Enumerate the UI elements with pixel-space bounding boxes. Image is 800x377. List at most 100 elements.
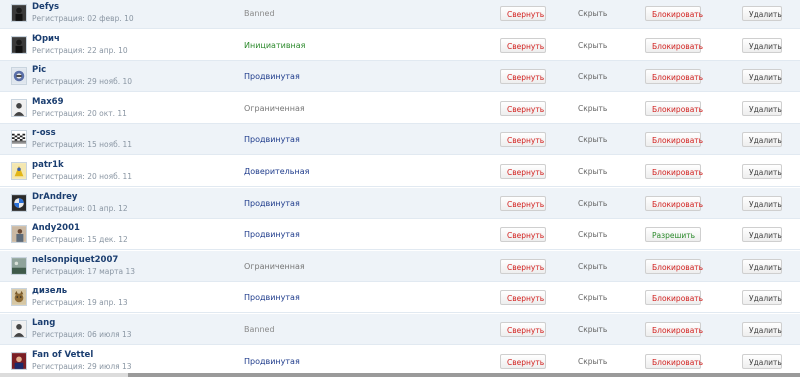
- landscape-icon[interactable]: [11, 257, 27, 275]
- block-button[interactable]: Блокировать: [645, 6, 703, 21]
- car-badge-icon[interactable]: [11, 194, 27, 212]
- hide-link[interactable]: Скрыть: [578, 72, 607, 81]
- block-button[interactable]: Блокировать: [645, 69, 703, 84]
- dark-figure-icon[interactable]: [11, 4, 27, 22]
- block-button[interactable]: Блокировать: [645, 259, 703, 274]
- registration-date: Регистрация: 20 окт. 11: [32, 109, 127, 118]
- collapse-button[interactable]: Свернуть: [500, 196, 546, 211]
- username-link[interactable]: nelsonpiquet2007: [32, 255, 118, 265]
- delete-button[interactable]: Удалить: [742, 227, 782, 242]
- horizontal-scrollbar[interactable]: [0, 373, 800, 377]
- block-button[interactable]: Блокировать: [645, 322, 703, 337]
- delete-button[interactable]: Удалить: [742, 101, 782, 116]
- username-link[interactable]: Andy2001: [32, 223, 80, 233]
- user-row: Andy2001 Регистрация: 15 дек. 12 Продвинут…: [0, 219, 800, 250]
- checkered-flag-icon[interactable]: [11, 130, 27, 148]
- username-link[interactable]: Pic: [32, 65, 46, 75]
- user-status: Banned: [244, 325, 275, 334]
- portrait-icon[interactable]: [11, 352, 27, 370]
- block-button[interactable]: Блокировать: [645, 38, 703, 53]
- collapse-button[interactable]: Свернуть: [500, 38, 546, 53]
- hide-link[interactable]: Скрыть: [578, 293, 607, 302]
- username-link[interactable]: DrAndrey: [32, 192, 77, 202]
- collapse-button[interactable]: Свернуть: [500, 69, 546, 84]
- user-status: Продвинутая: [244, 199, 300, 208]
- user-status: Ограниченная: [244, 262, 305, 271]
- collapse-button[interactable]: Свернуть: [500, 259, 546, 274]
- block-button[interactable]: Блокировать: [645, 196, 703, 211]
- delete-button[interactable]: Удалить: [742, 164, 782, 179]
- registration-date: Регистрация: 29 нояб. 10: [32, 77, 133, 86]
- cat-icon[interactable]: [11, 288, 27, 306]
- username-link[interactable]: Defys: [32, 2, 59, 12]
- user-status: Ограниченная: [244, 104, 305, 113]
- user-status: Доверительная: [244, 167, 310, 176]
- collapse-button[interactable]: Свернуть: [500, 164, 546, 179]
- block-button[interactable]: Блокировать: [645, 101, 703, 116]
- block-button[interactable]: Блокировать: [645, 132, 703, 147]
- collapse-button[interactable]: Свернуть: [500, 322, 546, 337]
- hide-link[interactable]: Скрыть: [578, 262, 607, 271]
- user-row: Defys Регистрация: 02 февр. 10 Banned Сверн…: [0, 0, 800, 29]
- default-avatar-icon[interactable]: [11, 99, 27, 117]
- user-row: nelsonpiquet2007 Регистрация: 17 марта 13…: [0, 251, 800, 282]
- username-link[interactable]: Max69: [32, 97, 64, 107]
- delete-button[interactable]: Удалить: [742, 354, 782, 369]
- hide-link[interactable]: Скрыть: [578, 41, 607, 50]
- registration-date: Регистрация: 29 июля 13: [32, 362, 132, 371]
- default-avatar-icon[interactable]: [11, 320, 27, 338]
- yellow-figure-icon[interactable]: [11, 162, 27, 180]
- helmet-icon[interactable]: [11, 67, 27, 85]
- user-status: Banned: [244, 9, 275, 18]
- user-status: Продвинутая: [244, 72, 300, 81]
- collapse-button[interactable]: Свернуть: [500, 354, 546, 369]
- registration-date: Регистрация: 15 нояб. 11: [32, 140, 133, 149]
- dark-figure-icon[interactable]: [11, 36, 27, 54]
- hide-link[interactable]: Скрыть: [578, 167, 607, 176]
- collapse-button[interactable]: Свернуть: [500, 6, 546, 21]
- user-status: Продвинутая: [244, 293, 300, 302]
- registration-date: Регистрация: 15 дек. 12: [32, 235, 128, 244]
- user-status: Продвинутая: [244, 357, 300, 366]
- username-link[interactable]: Юрич: [32, 34, 60, 44]
- collapse-button[interactable]: Свернуть: [500, 227, 546, 242]
- collapse-button[interactable]: Свернуть: [500, 290, 546, 305]
- user-row: r-oss Регистрация: 15 нояб. 11 Продвинутая…: [0, 124, 800, 155]
- collapse-button[interactable]: Свернуть: [500, 132, 546, 147]
- block-button[interactable]: Блокировать: [645, 354, 703, 369]
- hide-link[interactable]: Скрыть: [578, 230, 607, 239]
- delete-button[interactable]: Удалить: [742, 38, 782, 53]
- registration-date: Регистрация: 01 апр. 12: [32, 204, 128, 213]
- registration-date: Регистрация: 02 февр. 10: [32, 14, 134, 23]
- registration-date: Регистрация: 22 апр. 10: [32, 46, 128, 55]
- block-button[interactable]: Блокировать: [645, 164, 703, 179]
- delete-button[interactable]: Удалить: [742, 196, 782, 211]
- delete-button[interactable]: Удалить: [742, 290, 782, 305]
- user-row: Pic Регистрация: 29 нояб. 10 Продвинутая Св…: [0, 61, 800, 92]
- delete-button[interactable]: Удалить: [742, 6, 782, 21]
- username-link[interactable]: patr1k: [32, 160, 64, 170]
- hide-link[interactable]: Скрыть: [578, 357, 607, 366]
- hide-link[interactable]: Скрыть: [578, 9, 607, 18]
- delete-button[interactable]: Удалить: [742, 259, 782, 274]
- username-link[interactable]: дизель: [32, 286, 67, 296]
- block-button[interactable]: Блокировать: [645, 290, 703, 305]
- photo-figure-icon[interactable]: [11, 225, 27, 243]
- allow-button[interactable]: Разрешить: [645, 227, 701, 242]
- username-link[interactable]: Fan of Vettel: [32, 350, 93, 360]
- delete-button[interactable]: Удалить: [742, 132, 782, 147]
- username-link[interactable]: r-oss: [32, 128, 56, 138]
- hide-link[interactable]: Скрыть: [578, 104, 607, 113]
- hide-link[interactable]: Скрыть: [578, 325, 607, 334]
- user-row: Юрич Регистрация: 22 апр. 10 Инициативная С…: [0, 30, 800, 61]
- registration-date: Регистрация: 17 марта 13: [32, 267, 136, 276]
- username-link[interactable]: Lang: [32, 318, 55, 328]
- user-status: Инициативная: [244, 41, 306, 50]
- collapse-button[interactable]: Свернуть: [500, 101, 546, 116]
- scrollbar-thumb[interactable]: [128, 373, 800, 377]
- delete-button[interactable]: Удалить: [742, 69, 782, 84]
- delete-button[interactable]: Удалить: [742, 322, 782, 337]
- user-row: DrAndrey Регистрация: 01 апр. 12 Продвинут…: [0, 188, 800, 219]
- hide-link[interactable]: Скрыть: [578, 135, 607, 144]
- hide-link[interactable]: Скрыть: [578, 199, 607, 208]
